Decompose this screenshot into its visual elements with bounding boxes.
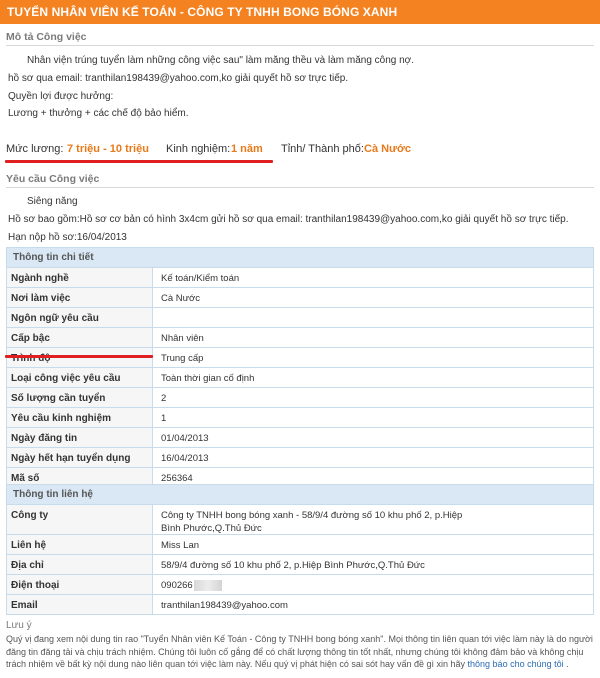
row-label: Nơi làm việc xyxy=(11,293,71,304)
description-divider xyxy=(6,45,594,46)
row-label: Cấp bậc xyxy=(11,333,50,344)
phone-number: 090266 xyxy=(161,580,193,591)
row-value: Toàn thời gian cố định xyxy=(161,373,255,384)
row-label: Ngành nghề xyxy=(11,273,69,284)
details-heading: Thông tin chi tiết xyxy=(13,252,94,263)
job-title-bar: TUYỂN NHÂN VIÊN KẾ TOÁN - CÔNG TY TNHH B… xyxy=(0,0,600,24)
table-row: Yêu cầu kinh nghiệm 1 xyxy=(7,408,593,428)
row-value: Trung cấp xyxy=(161,353,204,364)
requirements-divider xyxy=(6,187,594,188)
table-row: Ngày hết hạn tuyển dụng 16/04/2013 xyxy=(7,448,593,468)
table-row: Ngành nghề Kế toán/Kiểm toán xyxy=(7,268,593,288)
requirement-line: Hồ sơ bao gồm:Hồ sơ cơ bản có hình 3x4cm… xyxy=(8,214,569,225)
city-label: Tỉnh/ Thành phố: xyxy=(281,143,364,155)
table-row: Công ty Công ty TNHH bong bóng xanh - 58… xyxy=(7,505,593,535)
row-label: Số lượng cần tuyển xyxy=(11,393,106,404)
description-line: Nhân viện trúng tuyển làm những công việ… xyxy=(27,55,415,66)
row-label: Loại công việc yêu cầu xyxy=(11,373,121,384)
row-label: Liên hệ xyxy=(11,540,47,551)
table-row: Nơi làm việc Cà Nước xyxy=(7,288,593,308)
requirement-line: Siêng năng xyxy=(27,196,78,207)
description-line: Lương + thưởng + các chế độ bảo hiểm. xyxy=(8,108,189,119)
row-value: 1 xyxy=(161,413,167,424)
row-label: Mã số xyxy=(11,473,40,484)
description-line: Quyền lợi được hưởng: xyxy=(8,91,114,102)
row-value: Nhân viên xyxy=(161,333,204,344)
contact-phone: 090266 xyxy=(161,579,587,592)
contact-table-header: Thông tin liên hệ xyxy=(7,485,593,505)
row-value: 16/04/2013 xyxy=(161,453,209,464)
row-label: Ngày đăng tin xyxy=(11,433,78,444)
details-table: Thông tin chi tiết Ngành nghề Kế toán/Ki… xyxy=(6,247,594,488)
row-label: Email xyxy=(11,600,38,611)
contact-email: tranthilan198439@yahoo.com xyxy=(161,600,288,611)
table-row: Cấp bậc Nhân viên xyxy=(7,328,593,348)
company-line: Công ty TNHH bong bóng xanh - 58/9/4 đườ… xyxy=(161,510,463,521)
requirement-line: Hạn nộp hồ sơ:16/04/2013 xyxy=(8,232,127,243)
description-heading: Mô tả Công việc xyxy=(6,31,87,43)
highlight-underline xyxy=(5,355,153,358)
row-label: Địa chỉ xyxy=(11,560,44,571)
table-row: Trình độ Trung cấp xyxy=(7,348,593,368)
details-table-header: Thông tin chi tiết xyxy=(7,248,593,268)
contact-heading: Thông tin liên hệ xyxy=(13,489,93,500)
experience-value: 1 năm xyxy=(231,143,263,155)
table-row: Loại công việc yêu cầu Toàn thời gian cố… xyxy=(7,368,593,388)
row-value: Cà Nước xyxy=(161,293,200,304)
table-row: Điện thoại 090266 xyxy=(7,575,593,595)
table-row: Ngôn ngữ yêu cầu xyxy=(7,308,593,328)
row-label: Công ty xyxy=(11,510,49,521)
row-value: 2 xyxy=(161,393,167,404)
note-heading: Lưu ý xyxy=(6,620,32,631)
table-row: Số lượng cần tuyển 2 xyxy=(7,388,593,408)
note-text: Quý vị đang xem nội dung tin rao "Tuyển … xyxy=(6,634,593,669)
row-value: 01/04/2013 xyxy=(161,433,209,444)
salary-value: 7 triệu - 10 triệu xyxy=(67,143,149,155)
company-value: Công ty TNHH bong bóng xanh - 58/9/4 đườ… xyxy=(161,509,587,535)
table-row: Liên hệ Miss Lan xyxy=(7,535,593,555)
city-value: Cà Nước xyxy=(364,143,411,155)
report-link[interactable]: thông báo cho chúng tôi xyxy=(468,659,564,669)
row-label: Điện thoại xyxy=(11,580,60,591)
redacted-digits xyxy=(193,579,222,591)
table-row: Địa chỉ 58/9/4 đường số 10 khu phố 2, p.… xyxy=(7,555,593,575)
contact-person: Miss Lan xyxy=(161,540,200,551)
salary-label: Mức lương: xyxy=(6,143,64,155)
company-line: Bình Phước,Q.Thủ Đức xyxy=(161,523,262,534)
contact-address: 58/9/4 đường số 10 khu phố 2, p.Hiệp Bìn… xyxy=(161,560,425,571)
table-row: Ngày đăng tin 01/04/2013 xyxy=(7,428,593,448)
description-line: hồ sơ qua email: tranthilan198439@yahoo.… xyxy=(8,73,349,84)
row-value: Kế toán/Kiểm toán xyxy=(161,273,240,284)
table-row: Email tranthilan198439@yahoo.com xyxy=(7,595,593,615)
requirements-heading: Yêu cầu Công việc xyxy=(6,173,100,185)
job-summary: Mức lương: 7 triệu - 10 triệu Kinh nghiệ… xyxy=(6,143,594,159)
job-title: TUYỂN NHÂN VIÊN KẾ TOÁN - CÔNG TY TNHH B… xyxy=(7,5,398,19)
highlight-underline xyxy=(5,160,273,163)
experience-label: Kinh nghiệm: xyxy=(166,143,231,155)
row-label: Ngày hết hạn tuyển dụng xyxy=(11,453,131,464)
contact-table: Thông tin liên hệ Công ty Công ty TNHH b… xyxy=(6,484,594,615)
row-label: Ngôn ngữ yêu cầu xyxy=(11,313,99,324)
row-label: Yêu cầu kinh nghiệm xyxy=(11,413,112,424)
